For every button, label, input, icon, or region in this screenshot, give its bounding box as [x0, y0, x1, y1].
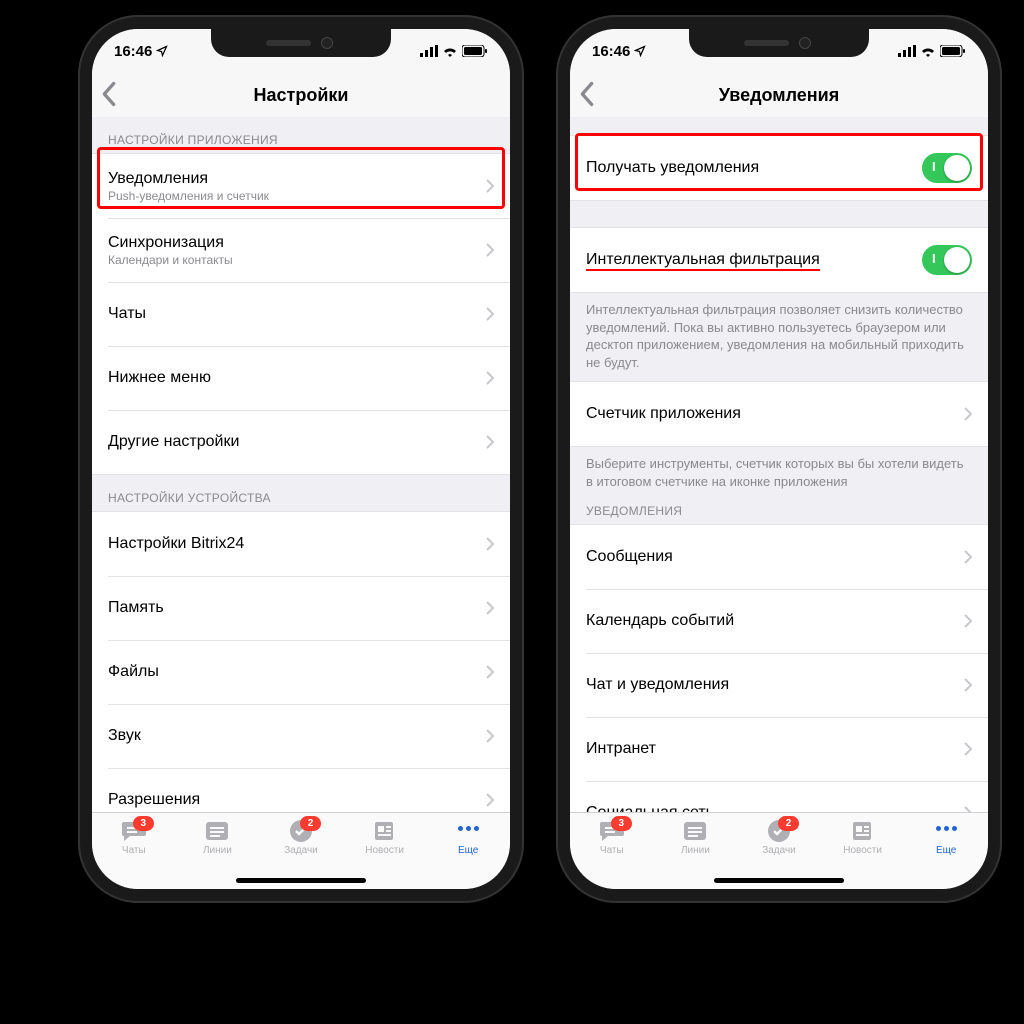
row-files[interactable]: Файлы [92, 640, 510, 704]
back-button[interactable] [102, 81, 116, 112]
tab-chats[interactable]: 3 Чаты [570, 813, 654, 889]
toggle-receive[interactable] [922, 153, 972, 183]
row-messages[interactable]: Сообщения [570, 525, 988, 589]
notch [689, 29, 869, 57]
row-smart-filter[interactable]: Интеллектуальная фильтрация [570, 228, 988, 292]
wifi-icon [920, 45, 936, 57]
chevron-right-icon [486, 435, 494, 449]
group-app-settings: Уведомления Push-уведомления и счетчик С… [92, 153, 510, 475]
phone-mockup-settings: 16:46 Настройки НАСТРОЙКИ ПРИЛОЖЕНИЯ Ув [78, 15, 524, 903]
nav-bar: Уведомления [570, 73, 988, 118]
section-header-notifications: УВЕДОМЛЕНИЯ [570, 500, 988, 524]
chevron-right-icon [486, 307, 494, 321]
chevron-right-icon [486, 371, 494, 385]
battery-icon [462, 45, 488, 57]
row-chat-notifications[interactable]: Чат и уведомления [570, 653, 988, 717]
row-permissions[interactable]: Разрешения [92, 768, 510, 813]
more-icon [454, 819, 482, 831]
more-icon [932, 819, 960, 831]
chevron-right-icon [964, 550, 972, 564]
tab-more[interactable]: Еще [904, 813, 988, 889]
location-icon [156, 45, 168, 57]
cellular-icon [898, 45, 916, 57]
chevron-right-icon [964, 742, 972, 756]
wifi-icon [442, 45, 458, 57]
page-title: Уведомления [570, 85, 988, 106]
chevron-right-icon [486, 601, 494, 615]
section-header-app: НАСТРОЙКИ ПРИЛОЖЕНИЯ [92, 117, 510, 153]
row-social-network[interactable]: Социальная сеть [570, 781, 988, 813]
chevron-right-icon [486, 537, 494, 551]
group-device-settings: Настройки Bitrix24 Память Файлы Звук Раз… [92, 511, 510, 813]
status-time: 16:46 [114, 43, 152, 60]
badge-chats: 3 [611, 816, 632, 831]
row-notifications[interactable]: Уведомления Push-уведомления и счетчик [92, 154, 510, 218]
back-button[interactable] [580, 81, 594, 112]
chevron-right-icon [964, 678, 972, 692]
notch [211, 29, 391, 57]
chevron-right-icon [964, 614, 972, 628]
row-receive-notifications[interactable]: Получать уведомления [570, 136, 988, 200]
badge-chats: 3 [133, 816, 154, 831]
counter-description: Выберите инструменты, счетчик которых вы… [570, 447, 988, 500]
phone-mockup-notifications: 16:46 Уведомления Получать уведомления [556, 15, 1002, 903]
row-sync[interactable]: Синхронизация Календари и контакты [92, 218, 510, 282]
chevron-right-icon [486, 793, 494, 807]
tab-chats[interactable]: 3 Чаты [92, 813, 176, 889]
smart-filter-label: Интеллектуальная фильтрация [586, 251, 820, 271]
badge-tasks: 2 [300, 816, 321, 831]
nav-bar: Настройки [92, 73, 510, 118]
tab-more[interactable]: Еще [426, 813, 510, 889]
row-intranet[interactable]: Интранет [570, 717, 988, 781]
row-chats[interactable]: Чаты [92, 282, 510, 346]
status-time: 16:46 [592, 43, 630, 60]
chevron-right-icon [486, 243, 494, 257]
row-bitrix24-settings[interactable]: Настройки Bitrix24 [92, 512, 510, 576]
chevron-right-icon [964, 407, 972, 421]
battery-icon [940, 45, 966, 57]
home-indicator[interactable] [236, 878, 366, 883]
location-icon [634, 45, 646, 57]
badge-tasks: 2 [778, 816, 799, 831]
cellular-icon [420, 45, 438, 57]
home-indicator[interactable] [714, 878, 844, 883]
chevron-right-icon [486, 179, 494, 193]
chevron-right-icon [486, 729, 494, 743]
smart-filter-description: Интеллектуальная фильтрация позволяет сн… [570, 293, 988, 381]
row-calendar-events[interactable]: Календарь событий [570, 589, 988, 653]
row-other-settings[interactable]: Другие настройки [92, 410, 510, 474]
row-bottom-menu[interactable]: Нижнее меню [92, 346, 510, 410]
row-memory[interactable]: Память [92, 576, 510, 640]
toggle-smart-filter[interactable] [922, 245, 972, 275]
page-title: Настройки [92, 85, 510, 106]
row-app-counter[interactable]: Счетчик приложения [570, 382, 988, 446]
row-sound[interactable]: Звук [92, 704, 510, 768]
section-header-device: НАСТРОЙКИ УСТРОЙСТВА [92, 475, 510, 511]
chevron-right-icon [486, 665, 494, 679]
